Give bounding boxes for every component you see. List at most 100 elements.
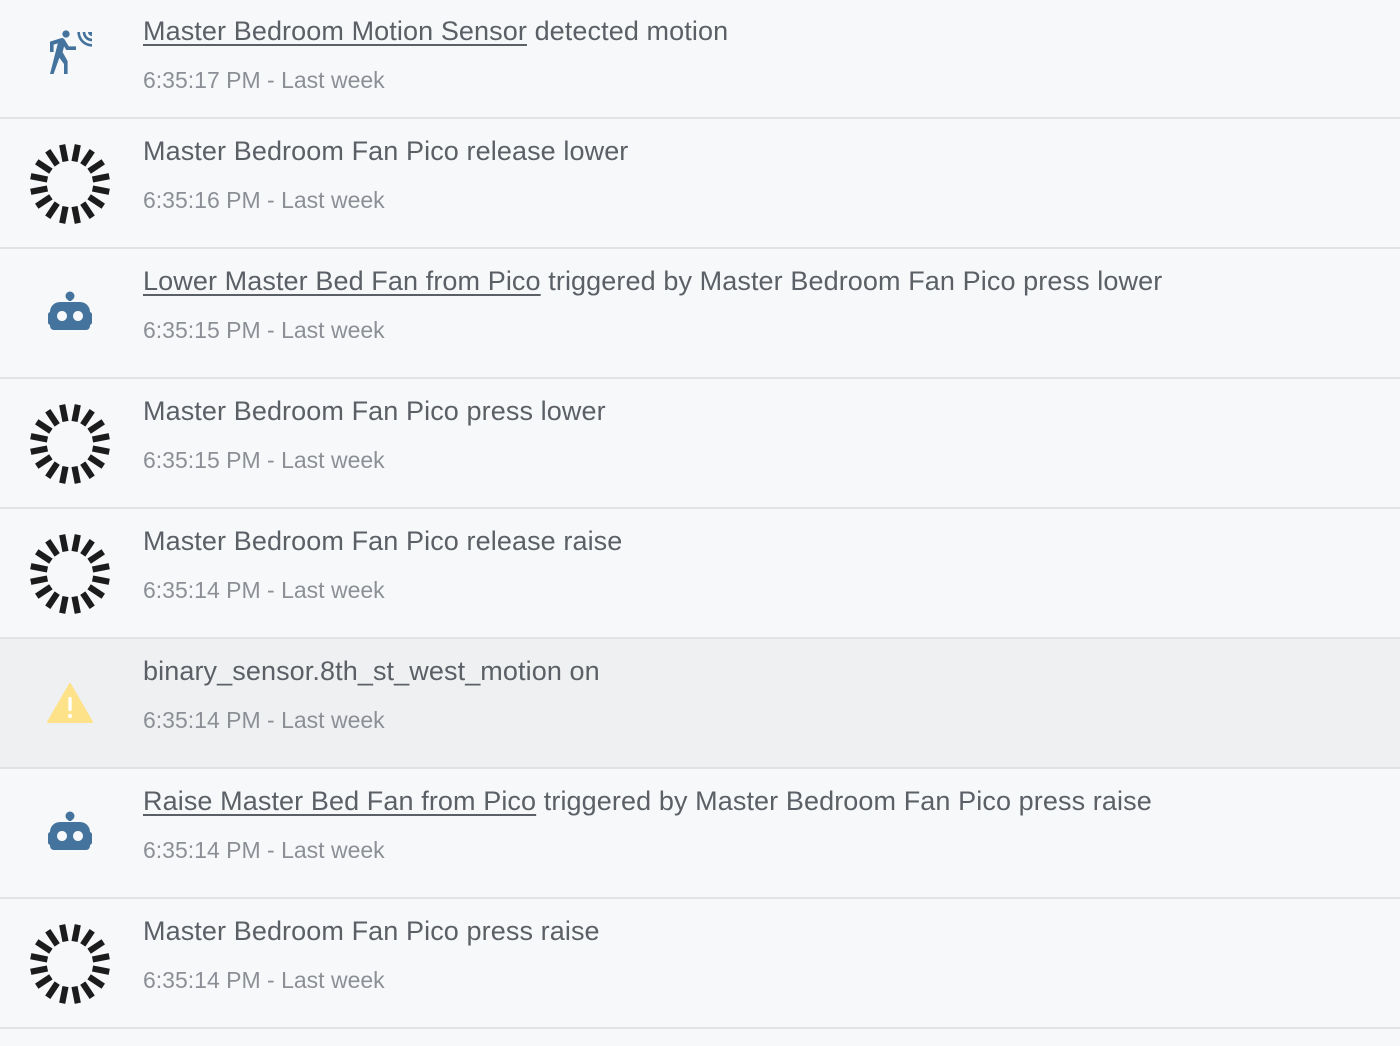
warning-icon bbox=[22, 656, 118, 752]
motion-sensor-icon bbox=[22, 6, 118, 102]
pico-ray bbox=[71, 144, 81, 163]
pico-ray bbox=[35, 419, 53, 434]
entity-link[interactable]: Raise Master Bed Fan from Pico bbox=[143, 786, 536, 816]
entry-time: 6:35:16 PM bbox=[143, 187, 261, 213]
entry-relative-time: Last week bbox=[281, 967, 385, 993]
pico-remote-icon bbox=[22, 916, 118, 1012]
robot-icon bbox=[22, 266, 118, 362]
pico-ray bbox=[71, 595, 81, 614]
pico-ray bbox=[45, 591, 60, 609]
entry-text: Master Bedroom Fan Pico release raise bbox=[143, 526, 623, 556]
pico-ray bbox=[30, 965, 49, 975]
entry-text: Master Bedroom Fan Pico release lower bbox=[143, 136, 629, 166]
entry-text: Master Bedroom Fan Pico press lower bbox=[143, 396, 606, 426]
pico-ray bbox=[87, 454, 105, 469]
entry-time: 6:35:14 PM bbox=[143, 967, 261, 993]
pico-ray bbox=[35, 939, 53, 954]
pico-ray bbox=[45, 539, 60, 557]
pico-ray bbox=[87, 939, 105, 954]
entry-timestamp: 6:35:14 PM - Last week bbox=[143, 965, 385, 995]
pico-ray bbox=[45, 461, 60, 479]
pico-ray bbox=[91, 185, 110, 195]
pico-ray bbox=[35, 974, 53, 989]
pico-remote-icon bbox=[22, 136, 118, 232]
pico-ray bbox=[80, 409, 95, 427]
entry-timestamp: 6:35:14 PM - Last week bbox=[143, 835, 385, 865]
pico-ray bbox=[30, 445, 49, 455]
time-separator: - bbox=[260, 707, 282, 733]
pico-ray bbox=[35, 159, 53, 174]
entry-message: Master Bedroom Fan Pico press raise bbox=[143, 913, 600, 949]
pico-ray bbox=[87, 974, 105, 989]
pico-ray bbox=[91, 173, 110, 183]
entry-relative-time: Last week bbox=[281, 187, 385, 213]
pico-ray bbox=[91, 563, 110, 573]
entry-timestamp: 6:35:14 PM - Last week bbox=[143, 575, 385, 605]
pico-ray bbox=[87, 584, 105, 599]
entry-time: 6:35:15 PM bbox=[143, 317, 261, 343]
pico-ray bbox=[30, 173, 49, 183]
entry-message: binary_sensor.8th_st_west_motion on bbox=[143, 653, 600, 689]
pico-ray bbox=[80, 591, 95, 609]
pico-ray bbox=[87, 549, 105, 564]
pico-remote-icon bbox=[22, 526, 118, 622]
entry-text: binary_sensor.8th_st_west_motion on bbox=[143, 656, 600, 686]
pico-ray bbox=[59, 595, 69, 614]
entry-message: Master Bedroom Fan Pico press lower bbox=[143, 393, 606, 429]
entry-timestamp: 6:35:15 PM - Last week bbox=[143, 445, 385, 475]
entry-time: 6:35:17 PM bbox=[143, 67, 261, 93]
pico-ray bbox=[45, 409, 60, 427]
pico-ray bbox=[30, 575, 49, 585]
entry-message: Master Bedroom Fan Pico release lower bbox=[143, 133, 628, 169]
pico-ray bbox=[91, 953, 110, 963]
time-separator: - bbox=[260, 577, 282, 603]
pico-ray bbox=[30, 953, 49, 963]
pico-ray bbox=[71, 924, 81, 943]
entry-time: 6:35:14 PM bbox=[143, 577, 261, 603]
pico-ray bbox=[35, 194, 53, 209]
entry-time: 6:35:14 PM bbox=[143, 837, 261, 863]
time-separator: - bbox=[260, 67, 282, 93]
entity-link[interactable]: Master Bedroom Motion Sensor bbox=[143, 16, 527, 46]
logbook-entry: Master Bedroom Fan Pico release lower 6:… bbox=[0, 119, 1400, 249]
pico-ray bbox=[71, 205, 81, 224]
entry-relative-time: Last week bbox=[281, 317, 385, 343]
logbook-entry: Raise Master Bed Fan from Pico triggered… bbox=[0, 769, 1400, 899]
pico-ray bbox=[80, 929, 95, 947]
entity-link[interactable]: Lower Master Bed Fan from Pico bbox=[143, 266, 541, 296]
pico-ray bbox=[91, 433, 110, 443]
pico-ray bbox=[80, 539, 95, 557]
pico-ray bbox=[80, 461, 95, 479]
pico-ray bbox=[45, 149, 60, 167]
pico-ray bbox=[87, 159, 105, 174]
pico-ray bbox=[80, 201, 95, 219]
pico-ray bbox=[71, 985, 81, 1004]
entry-message: Lower Master Bed Fan from Pico triggered… bbox=[143, 263, 1162, 299]
pico-ray bbox=[30, 185, 49, 195]
entry-message: Master Bedroom Fan Pico release raise bbox=[143, 523, 622, 559]
logbook-list: Master Bedroom Motion Sensor detected mo… bbox=[0, 0, 1400, 1046]
time-separator: - bbox=[260, 967, 282, 993]
logbook-entry: Master Bedroom Fan Pico press lower 6:35… bbox=[0, 379, 1400, 509]
pico-ray bbox=[45, 981, 60, 999]
pico-ray bbox=[35, 549, 53, 564]
entry-relative-time: Last week bbox=[281, 707, 385, 733]
pico-ray bbox=[30, 563, 49, 573]
logbook-entry: Master Bedroom Fan Pico press raise 6:35… bbox=[0, 899, 1400, 1029]
time-separator: - bbox=[260, 447, 282, 473]
pico-ray bbox=[80, 149, 95, 167]
robot-icon bbox=[22, 786, 118, 882]
pico-ray bbox=[91, 445, 110, 455]
logbook-entry: Master Bedroom Fan Pico release raise 6:… bbox=[0, 509, 1400, 639]
entry-text: triggered by Master Bedroom Fan Pico pre… bbox=[540, 266, 1163, 296]
pico-ray bbox=[45, 929, 60, 947]
entry-time: 6:35:15 PM bbox=[143, 447, 261, 473]
pico-ray bbox=[59, 924, 69, 943]
entry-message: Master Bedroom Motion Sensor detected mo… bbox=[143, 13, 728, 49]
pico-ray bbox=[91, 575, 110, 585]
pico-ray bbox=[87, 194, 105, 209]
logbook-entry: Lower Master Bed Fan from Pico triggered… bbox=[0, 249, 1400, 379]
entry-relative-time: Last week bbox=[281, 447, 385, 473]
entry-relative-time: Last week bbox=[281, 577, 385, 603]
pico-ray bbox=[59, 465, 69, 484]
